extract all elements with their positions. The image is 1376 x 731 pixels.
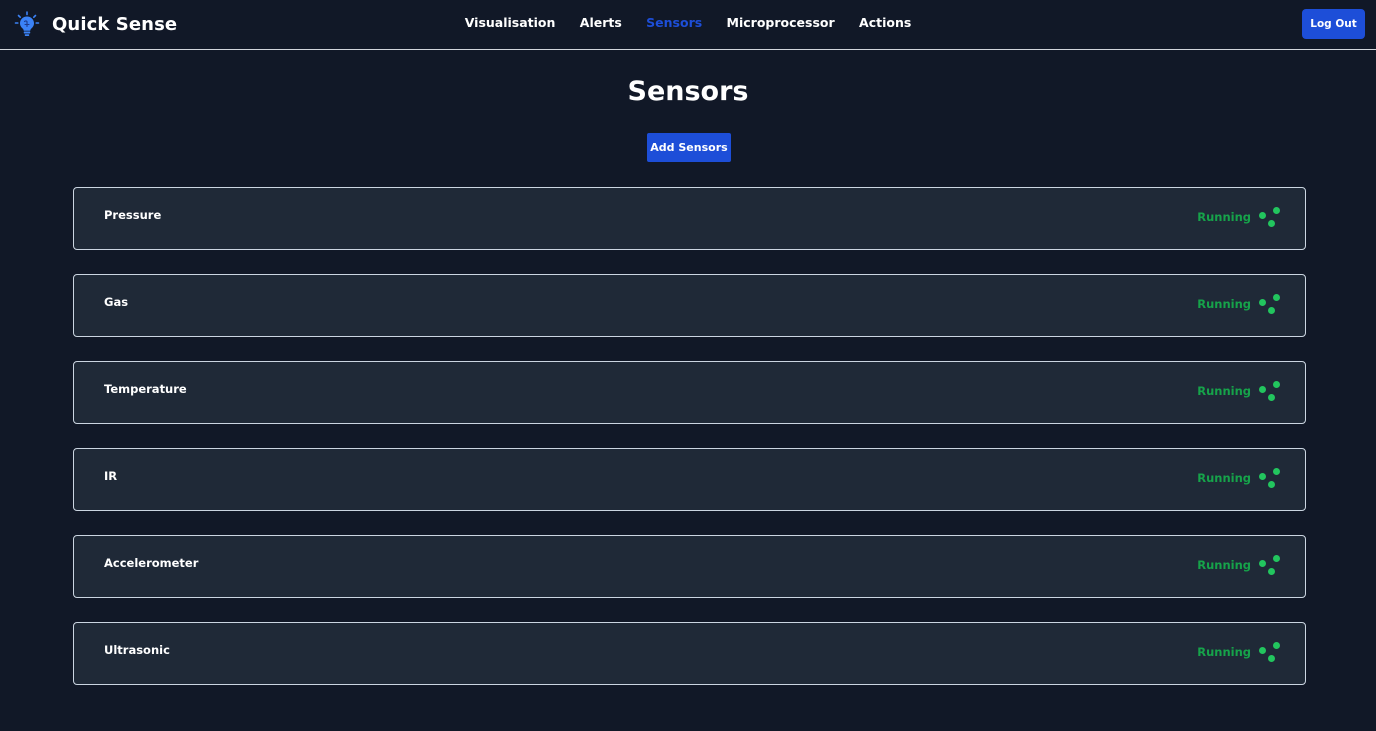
logout-button[interactable]: Log Out [1302, 9, 1365, 39]
running-dots-icon [1259, 641, 1281, 663]
status-label: Running [1197, 645, 1251, 659]
nav-link-microprocessor[interactable]: Microprocessor [727, 15, 835, 30]
status-label: Running [1197, 471, 1251, 485]
top-navbar: Quick Sense Visualisation Alerts Sensors… [0, 0, 1376, 50]
status-label: Running [1197, 384, 1251, 398]
page-title: Sensors [627, 76, 749, 107]
nav-link-visualisation[interactable]: Visualisation [465, 15, 556, 30]
running-dots-icon [1259, 293, 1281, 315]
sensor-status: Running [1197, 293, 1281, 315]
sensor-name: Pressure [104, 208, 162, 222]
sensor-card-temperature[interactable]: Temperature Running [73, 361, 1306, 424]
sensor-name: Gas [104, 295, 129, 309]
main-nav: Visualisation Alerts Sensors Microproces… [0, 15, 1376, 30]
sensor-status: Running [1197, 380, 1281, 402]
sensor-card-ultrasonic[interactable]: Ultrasonic Running [73, 622, 1306, 685]
nav-link-actions[interactable]: Actions [859, 15, 911, 30]
sensor-card-gas[interactable]: Gas Running [73, 274, 1306, 337]
running-dots-icon [1259, 554, 1281, 576]
sensor-status: Running [1197, 467, 1281, 489]
sensor-list: Pressure Running Gas Running Temperature… [73, 187, 1306, 709]
sensor-card-accelerometer[interactable]: Accelerometer Running [73, 535, 1306, 598]
sensor-name: Ultrasonic [104, 643, 170, 657]
running-dots-icon [1259, 206, 1281, 228]
sensor-status: Running [1197, 554, 1281, 576]
status-label: Running [1197, 210, 1251, 224]
sensor-status: Running [1197, 641, 1281, 663]
running-dots-icon [1259, 467, 1281, 489]
sensor-card-pressure[interactable]: Pressure Running [73, 187, 1306, 250]
sensor-card-ir[interactable]: IR Running [73, 448, 1306, 511]
add-sensors-button[interactable]: Add Sensors [647, 133, 731, 162]
sensor-status: Running [1197, 206, 1281, 228]
sensor-name: Accelerometer [104, 556, 199, 570]
running-dots-icon [1259, 380, 1281, 402]
status-label: Running [1197, 297, 1251, 311]
nav-link-alerts[interactable]: Alerts [580, 15, 622, 30]
status-label: Running [1197, 558, 1251, 572]
sensor-name: Temperature [104, 382, 187, 396]
sensor-name: IR [104, 469, 118, 483]
nav-link-sensors[interactable]: Sensors [646, 15, 702, 30]
